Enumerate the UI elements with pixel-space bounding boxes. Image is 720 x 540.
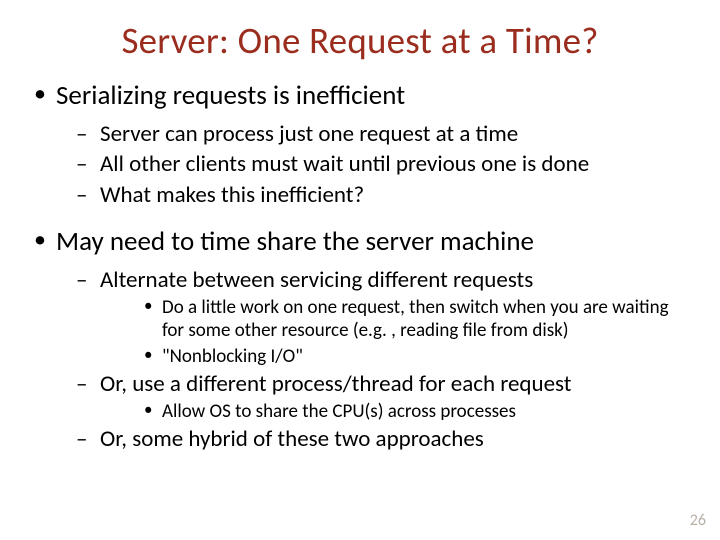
slide-title: Server: One Request at a Time? [30,18,690,63]
bullet-lvl2: Server can process just one request at a… [56,120,690,149]
bullet-text: Or, use a different process/thread for e… [100,370,571,398]
bullet-lvl2: All other clients must wait until previo… [56,150,690,179]
bullet-text: What makes this inefficient? [100,181,364,209]
sub-list: Alternate between servicing different re… [56,266,690,454]
sub-sub-list: Do a little work on one request, then sw… [100,296,690,368]
bullet-text: Alternate between servicing different re… [100,266,533,294]
bullet-text: May need to time share the server machin… [56,225,534,258]
bullet-lvl2: Or, some hybrid of these two approaches [56,425,690,454]
bullet-lvl3: Do a little work on one request, then sw… [100,296,690,342]
bullet-list: May need to time share the server machin… [30,225,690,454]
bullet-lvl3: "Nonblocking I/O" [100,345,690,368]
bullet-lvl1: Serializing requests is inefficient Serv… [30,79,690,209]
bullet-text: Do a little work on one request, then sw… [162,296,669,342]
slide: Server: One Request at a Time? Serializi… [0,0,720,540]
bullet-text: Or, some hybrid of these two approaches [100,425,484,453]
sub-list: Server can process just one request at a… [56,120,690,210]
bullet-lvl2: What makes this inefficient? [56,181,690,210]
bullet-lvl1: May need to time share the server machin… [30,225,690,454]
bullet-text: Allow OS to share the CPU(s) across proc… [162,400,516,423]
bullet-text: "Nonblocking I/O" [162,345,303,368]
bullet-text: Server can process just one request at a… [100,120,518,148]
sub-sub-list: Allow OS to share the CPU(s) across proc… [100,400,690,423]
bullet-lvl2: Or, use a different process/thread for e… [56,370,690,424]
bullet-list: Serializing requests is inefficient Serv… [30,79,690,209]
bullet-lvl2: Alternate between servicing different re… [56,266,690,368]
bullet-text: Serializing requests is inefficient [56,79,405,112]
spacer [30,215,690,225]
bullet-text: All other clients must wait until previo… [100,150,589,178]
bullet-lvl3: Allow OS to share the CPU(s) across proc… [100,400,690,423]
page-number: 26 [690,511,706,530]
